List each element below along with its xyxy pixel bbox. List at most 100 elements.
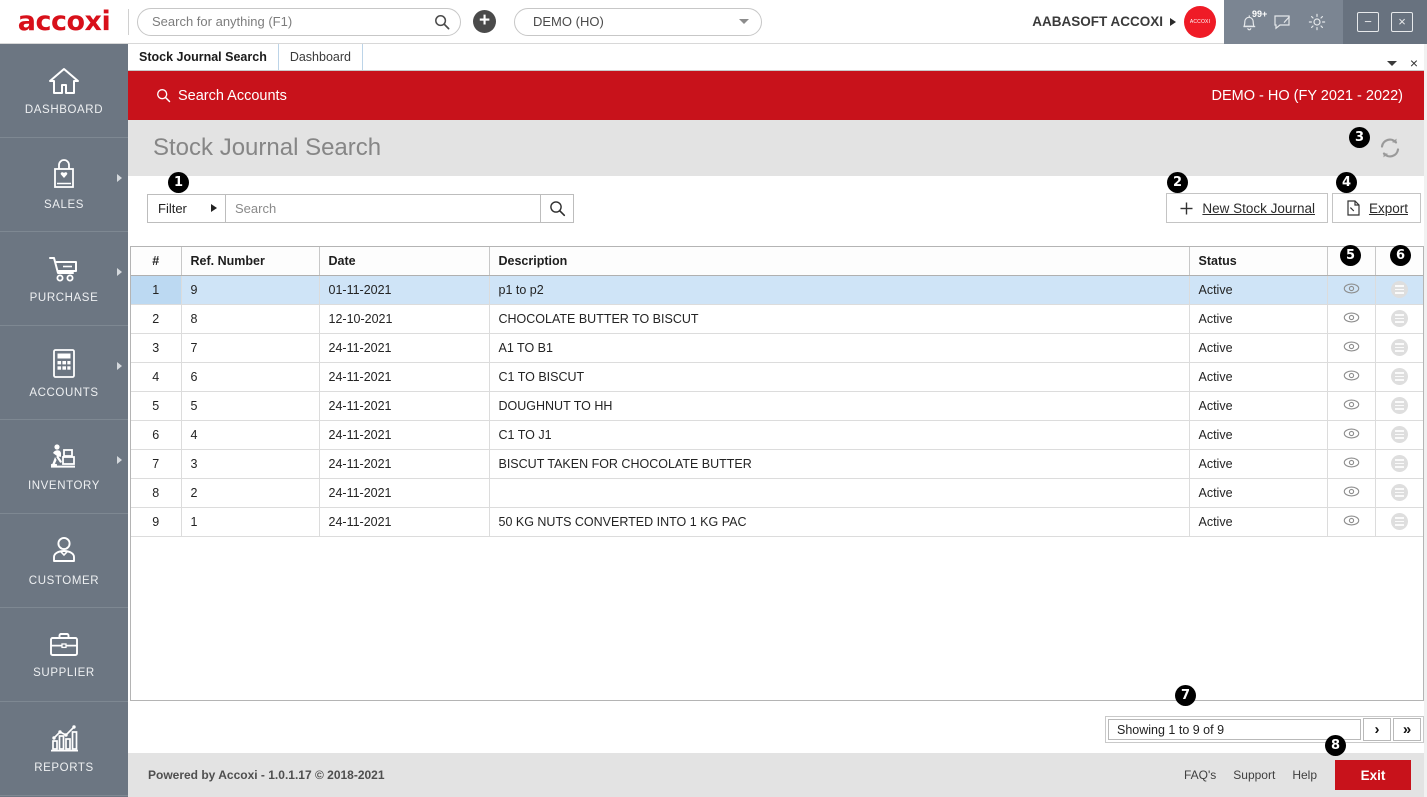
cell-view-action[interactable] (1327, 333, 1376, 363)
global-search-input[interactable] (152, 14, 434, 29)
briefcase-icon (50, 633, 78, 656)
cell-description: 50 KG NUTS CONVERTED INTO 1 KG PAC (489, 507, 1190, 537)
hamburger-menu-icon[interactable] (1390, 455, 1408, 472)
eye-icon (1343, 370, 1359, 380)
hamburger-menu-icon[interactable] (1390, 397, 1408, 414)
next-page-button[interactable]: › (1363, 718, 1391, 741)
sidebar-item-reports[interactable]: REPORTS (0, 702, 128, 796)
hamburger-menu-icon[interactable] (1390, 368, 1408, 385)
table-row[interactable]: 3 7 24-11-2021 A1 TO B1 Active (131, 333, 1423, 363)
tab-label: Stock Journal Search (139, 50, 267, 64)
callout-badge-5: 5 (1340, 245, 1361, 266)
cell-menu-action[interactable] (1375, 507, 1423, 537)
cell-menu-action[interactable] (1375, 304, 1423, 334)
sidebar-item-purchase[interactable]: PURCHASE (0, 232, 128, 326)
sidebar-item-customer[interactable]: CUSTOMER (0, 514, 128, 608)
minimize-button[interactable]: − (1357, 11, 1379, 32)
search-submit-button[interactable] (540, 194, 573, 222)
add-new-button[interactable]: + (473, 10, 496, 33)
hamburger-menu-icon[interactable] (1390, 339, 1408, 356)
exit-button[interactable]: Exit (1335, 760, 1411, 790)
column-header-date[interactable]: Date (319, 247, 490, 276)
cell-index: 8 (131, 478, 182, 508)
table-row[interactable]: 1 9 01-11-2021 p1 to p2 Active (131, 275, 1423, 305)
toolbar: Filter New Stock Journal Export (128, 176, 1427, 240)
hamburger-menu-icon[interactable] (1390, 513, 1408, 530)
avatar[interactable]: ACCOXI (1184, 5, 1216, 38)
eye-icon[interactable] (1343, 514, 1360, 530)
cell-menu-action[interactable] (1375, 333, 1423, 363)
cell-view-action[interactable] (1327, 275, 1376, 305)
cell-view-action[interactable] (1327, 420, 1376, 450)
notifications-button[interactable]: 99+ (1240, 9, 1267, 32)
table-row[interactable]: 9 1 24-11-2021 50 KG NUTS CONVERTED INTO 1 … (131, 507, 1423, 537)
search-accounts-button[interactable]: Search Accounts (156, 88, 287, 104)
sidebar-item-inventory[interactable]: INVENTORY (0, 420, 128, 514)
cell-menu-action[interactable] (1375, 275, 1423, 305)
close-icon[interactable]: × (1410, 56, 1418, 70)
triangle-right-icon (211, 204, 217, 212)
column-header-status[interactable]: Status (1189, 247, 1328, 276)
refresh-button[interactable] (1375, 133, 1405, 163)
footer-link-help[interactable]: Help (1292, 768, 1317, 782)
hamburger-menu-icon[interactable] (1390, 281, 1408, 298)
tab-dashboard[interactable]: Dashboard (278, 44, 363, 70)
hamburger-menu-icon[interactable] (1390, 310, 1408, 327)
cell-menu-action[interactable] (1375, 362, 1423, 392)
sidebar-item-sales[interactable]: SALES (0, 138, 128, 232)
close-button[interactable]: × (1391, 11, 1413, 32)
cell-date: 24-11-2021 (319, 478, 490, 508)
cell-view-action[interactable] (1327, 362, 1376, 392)
cell-menu-action[interactable] (1375, 391, 1423, 421)
table-row[interactable]: 5 5 24-11-2021 DOUGHNUT TO HH Active (131, 391, 1423, 421)
cell-view-action[interactable] (1327, 449, 1376, 479)
table-row[interactable]: 8 2 24-11-2021 Active (131, 478, 1423, 508)
user-menu[interactable]: AABASOFT ACCOXI (1032, 14, 1184, 29)
cell-view-action[interactable] (1327, 391, 1376, 421)
messages-button[interactable] (1273, 13, 1293, 31)
cell-view-action[interactable] (1327, 478, 1376, 508)
cell-status: Active (1189, 304, 1328, 334)
eye-icon[interactable] (1343, 311, 1360, 327)
sidebar-item-accounts[interactable]: ACCOUNTS (0, 326, 128, 420)
table-row[interactable]: 7 3 24-11-2021 BISCUT TAKEN FOR CHOCOLATE B… (131, 449, 1423, 479)
branch-selector[interactable]: DEMO (HO) (514, 7, 762, 36)
cell-menu-action[interactable] (1375, 478, 1423, 508)
tab-stock-journal-search[interactable]: Stock Journal Search (128, 44, 279, 70)
export-icon (1347, 200, 1360, 216)
eye-icon[interactable] (1343, 427, 1360, 443)
filter-button[interactable]: Filter (148, 194, 226, 222)
hamburger-menu-icon[interactable] (1390, 426, 1408, 443)
cell-menu-action[interactable] (1375, 420, 1423, 450)
cell-view-action[interactable] (1327, 304, 1376, 334)
footer-link-faqs[interactable]: FAQ's (1184, 768, 1216, 782)
sidebar-item-supplier[interactable]: SUPPLIER (0, 608, 128, 702)
eye-icon[interactable] (1343, 398, 1360, 414)
global-search-box[interactable] (137, 7, 461, 36)
settings-button[interactable] (1307, 12, 1327, 32)
chevron-down-icon[interactable] (1386, 60, 1397, 66)
eye-icon[interactable] (1343, 369, 1360, 385)
eye-icon[interactable] (1343, 340, 1360, 356)
top-right-controls: AABASOFT ACCOXI ACCOXI 99+ − × (1032, 0, 1427, 44)
hamburger-menu-icon[interactable] (1390, 484, 1408, 501)
sidebar-item-dashboard[interactable]: DASHBOARD (0, 44, 128, 138)
eye-icon[interactable] (1343, 456, 1360, 472)
table-row[interactable]: 4 6 24-11-2021 C1 TO BISCUT Active (131, 362, 1423, 392)
column-header-ref-number[interactable]: Ref. Number (181, 247, 320, 276)
eye-icon[interactable] (1343, 282, 1360, 298)
last-page-button[interactable]: » (1393, 718, 1421, 741)
search-input[interactable] (226, 194, 540, 222)
column-header-description[interactable]: Description (489, 247, 1190, 276)
footer-link-support[interactable]: Support (1233, 768, 1275, 782)
table-row[interactable]: 6 4 24-11-2021 C1 TO J1 Active (131, 420, 1423, 450)
tab-controls: × (1386, 56, 1427, 70)
table-row[interactable]: 2 8 12-10-2021 CHOCOLATE BUTTER TO BISCUT Ac… (131, 304, 1423, 334)
cell-ref-number: 8 (181, 304, 320, 334)
cell-menu-action[interactable] (1375, 449, 1423, 479)
cell-view-action[interactable] (1327, 507, 1376, 537)
eye-icon[interactable] (1343, 485, 1360, 501)
export-button[interactable]: Export (1331, 193, 1421, 223)
new-stock-journal-button[interactable]: New Stock Journal (1166, 193, 1328, 223)
column-header-index[interactable]: # (131, 247, 182, 276)
